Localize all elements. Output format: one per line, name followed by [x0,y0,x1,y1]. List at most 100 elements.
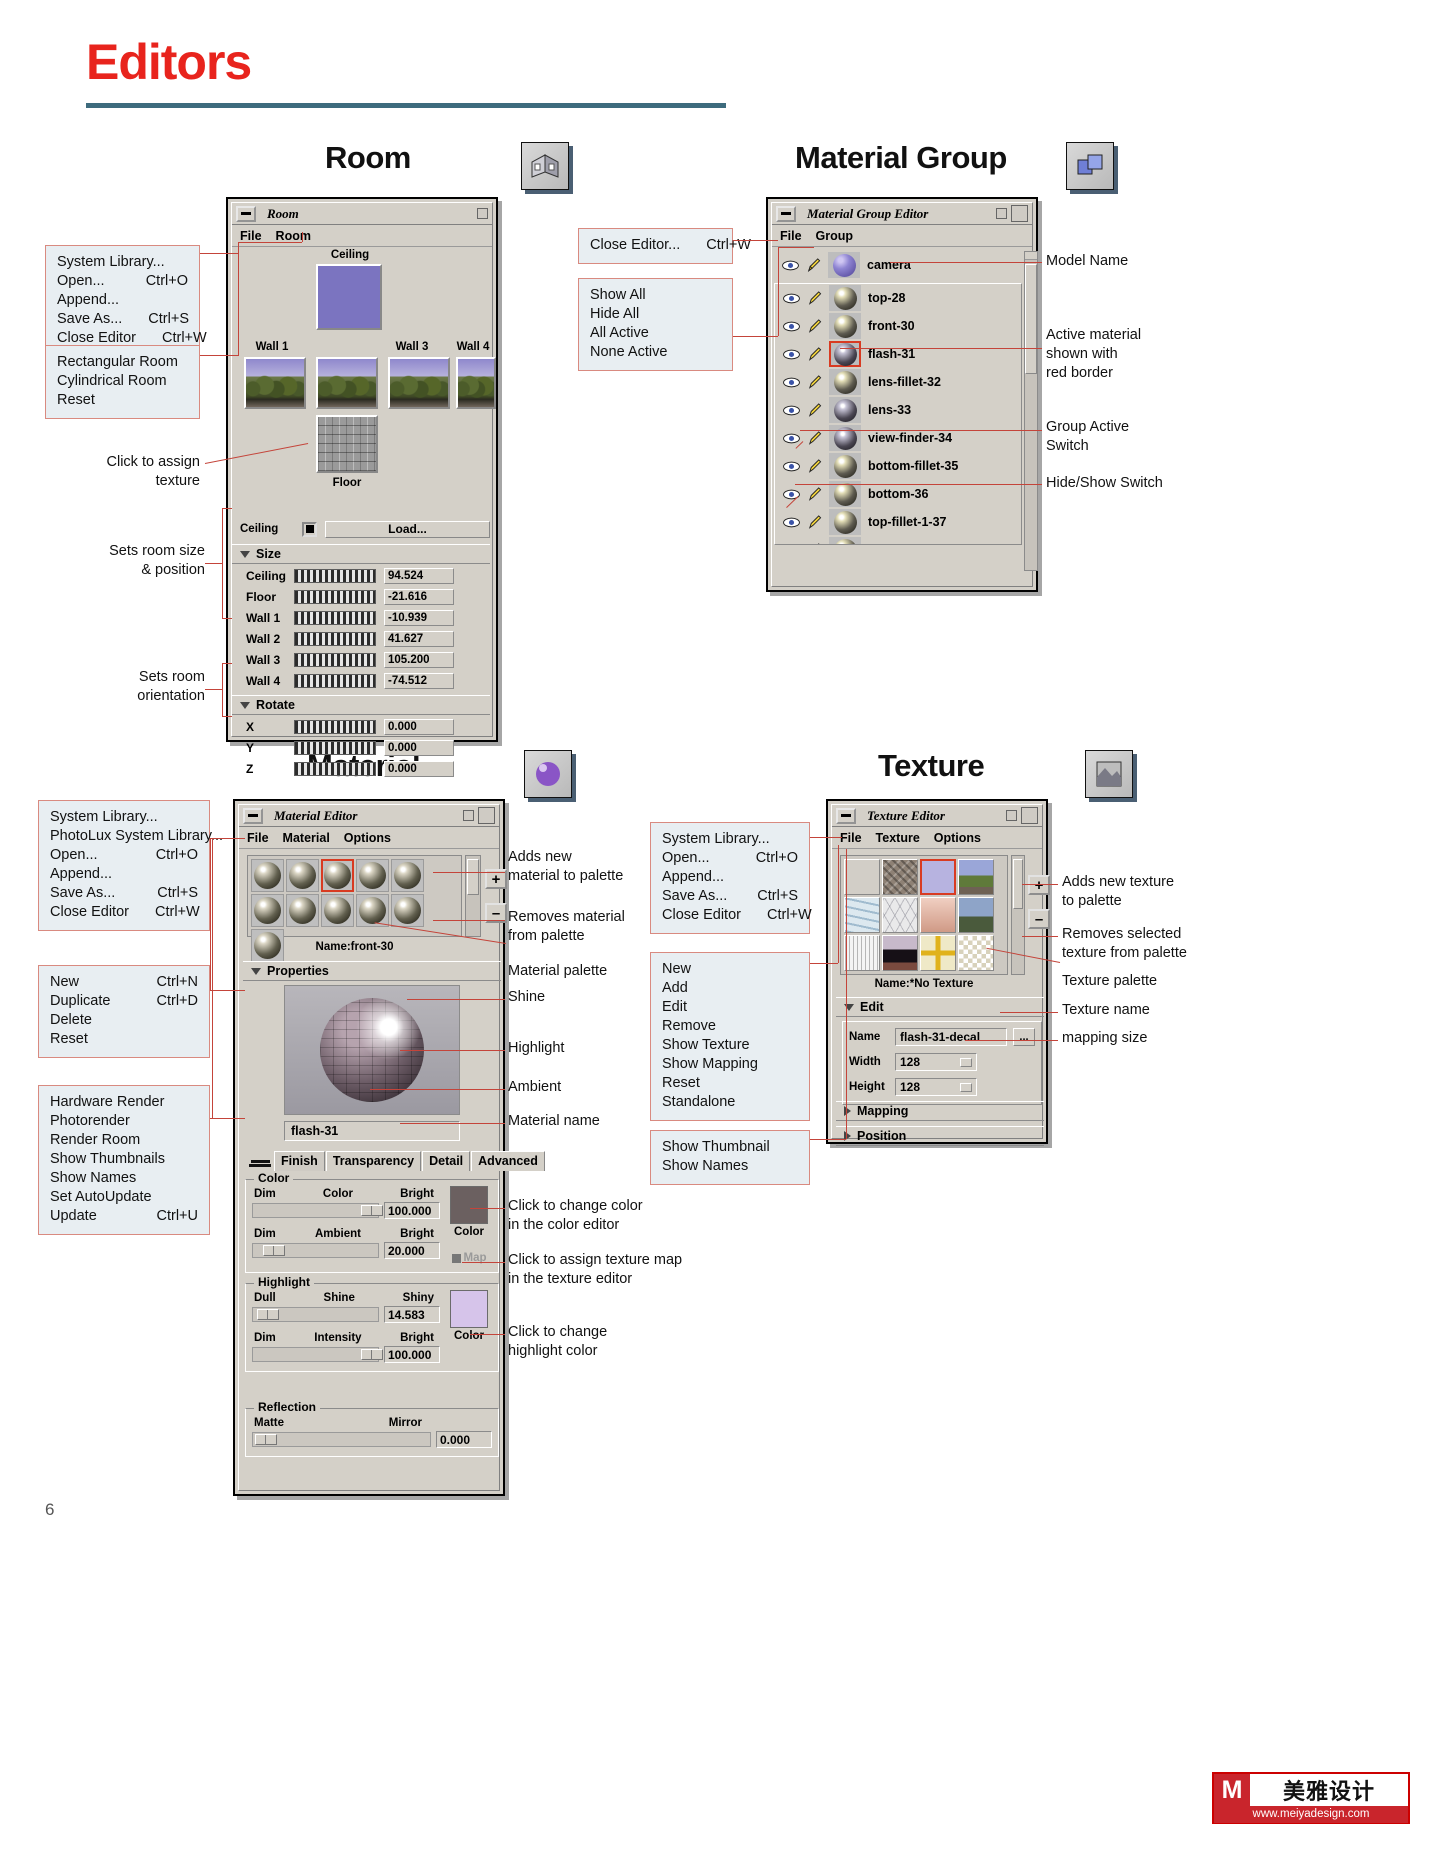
tab-finish[interactable]: Finish [274,1151,325,1171]
material-group-editor-icon[interactable] [1066,142,1114,190]
intensity-slider[interactable] [252,1347,383,1362]
wall1-swatch[interactable] [244,357,306,409]
texture-cell[interactable] [958,897,994,933]
material-menu-callout[interactable]: New Ctrl+N Duplicate Ctrl+D Delete Reset [38,965,210,1058]
size-value[interactable]: -74.512 [384,672,454,689]
material-group-file-menu-callout[interactable]: Close Editor... Ctrl+W [578,228,751,264]
ceiling-swatch[interactable] [316,264,382,330]
position-section-header[interactable]: Position [836,1126,1044,1146]
size-value[interactable]: 41.627 [384,630,454,647]
add-texture-button[interactable]: + [1028,875,1050,895]
material-thumbnail[interactable] [829,397,861,423]
ambient-value[interactable]: 20.000 [384,1242,440,1259]
pencil-icon[interactable] [807,318,822,334]
pencil-icon[interactable] [807,346,822,362]
material-palette[interactable] [247,855,462,962]
material-palette-cell-selected[interactable] [321,859,354,892]
size-section-header[interactable]: Size [232,544,490,564]
eye-icon[interactable] [783,545,800,546]
ceiling-toggle[interactable] [302,521,317,537]
texture-cell[interactable] [882,859,918,895]
material-editor-window[interactable]: Material Editor File Material Options + [233,799,545,1496]
tab-advanced[interactable]: Advanced [471,1151,545,1171]
pencil-icon[interactable] [807,430,822,446]
size-value[interactable]: 105.200 [384,651,454,668]
texture-cell[interactable] [844,935,880,971]
eye-icon[interactable] [783,461,800,472]
material-group-menubar[interactable]: File Group [772,225,1032,247]
texture-cell[interactable] [920,935,956,971]
remove-texture-button[interactable]: – [1028,909,1050,929]
material-options-menu-callout[interactable]: Hardware Render Photorender Render Room … [38,1085,210,1235]
texture-cell[interactable] [920,897,956,933]
color-value[interactable]: 100.000 [384,1202,440,1219]
color-slider[interactable] [252,1203,383,1218]
window-minimize-button[interactable] [243,807,263,824]
material-group-model-row[interactable]: camera [774,251,1022,279]
texture-width-field[interactable]: 128 [895,1053,977,1071]
pencil-icon[interactable] [807,402,822,418]
menu-file[interactable]: File [780,229,802,243]
shine-value[interactable]: 14.583 [384,1306,440,1323]
pencil-icon[interactable] [807,486,822,502]
material-palette-cell[interactable] [356,894,389,927]
menu-file[interactable]: File [247,831,269,845]
wall2-swatch[interactable] [316,357,378,409]
room-menubar[interactable]: File Room [232,225,492,247]
texture-menu-callout[interactable]: New Add Edit Remove Show Texture Show Ma… [650,952,810,1121]
color-swatch-button[interactable] [450,1186,488,1224]
room-load-row[interactable]: Ceiling Load... [232,518,490,540]
window-minimize-button[interactable] [836,807,856,824]
material-group-scrollbar[interactable] [1024,251,1038,571]
rotate-value[interactable]: 0.000 [384,760,454,777]
menu-room[interactable]: Room [276,229,311,243]
menu-material[interactable]: Material [283,831,330,845]
wall4-swatch[interactable] [456,357,496,409]
rotate-value[interactable]: 0.000 [384,739,454,756]
eye-icon[interactable] [783,377,800,388]
size-slider[interactable] [294,568,376,583]
size-slider[interactable] [294,589,376,604]
menu-texture[interactable]: Texture [876,831,920,845]
wall3-swatch[interactable] [388,357,450,409]
pencil-icon[interactable] [807,514,822,530]
eye-icon[interactable] [783,293,800,304]
room-room-menu-callout[interactable]: Rectangular Room Cylindrical Room Reset [45,345,200,419]
size-slider[interactable] [294,652,376,667]
map-checkbox[interactable] [451,1253,461,1263]
eye-icon[interactable] [783,349,800,360]
texture-cell[interactable] [844,897,880,933]
material-thumbnail[interactable] [829,313,861,339]
rotate-section-header[interactable]: Rotate [232,695,490,715]
window-maximize-button[interactable] [1011,205,1028,222]
size-value[interactable]: -10.939 [384,609,454,626]
pencil-icon[interactable] [807,374,822,390]
texture-palette-scrollbar[interactable] [1011,855,1025,975]
menu-file[interactable]: File [240,229,262,243]
texture-cell[interactable] [958,935,994,971]
material-name-input[interactable]: flash-31 [284,1121,460,1141]
material-group-window[interactable]: Material Group Editor File Group camera … [766,197,1038,592]
rotate-value[interactable]: 0.000 [384,718,454,735]
texture-browse-button[interactable]: ... [1013,1028,1035,1046]
eye-icon[interactable] [783,489,800,500]
texture-cell[interactable] [882,897,918,933]
pencil-icon[interactable] [807,290,822,306]
rotate-slider[interactable] [294,761,376,776]
material-group-group-menu-callout[interactable]: Show All Hide All All Active None Active [578,278,733,371]
scrollbar-thumb[interactable] [1025,264,1037,374]
material-group-list[interactable]: top-28 front-30 flash-31 lens-fillet-32 [774,283,1022,545]
highlight-color-swatch-button[interactable] [450,1290,488,1328]
texture-cell-selected[interactable] [920,859,956,895]
properties-section-header[interactable]: Properties [243,961,501,981]
pencil-icon[interactable] [807,458,822,474]
texture-file-menu-callout[interactable]: System Library... Open... Ctrl+O Append..… [650,822,812,934]
material-palette-cell[interactable] [321,894,354,927]
material-thumbnail-active[interactable] [829,341,861,367]
edit-section-header[interactable]: Edit [836,997,1044,1017]
menu-file[interactable]: File [840,831,862,845]
material-palette-cell[interactable] [251,894,284,927]
window-restore-button[interactable] [1006,810,1017,821]
eye-icon[interactable] [783,433,800,444]
texture-name-input[interactable]: flash-31-decal [895,1028,1007,1046]
